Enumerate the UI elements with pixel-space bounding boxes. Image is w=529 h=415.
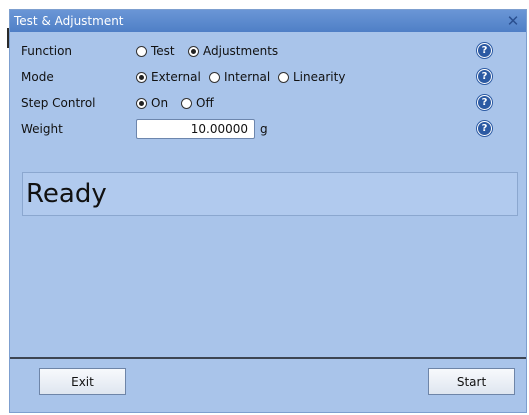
footer-separator [10, 357, 526, 359]
mode-option-external[interactable]: External [136, 70, 201, 84]
mode-row: Mode External Internal Linearity ? [10, 67, 526, 89]
step-control-off-radio[interactable] [181, 97, 192, 109]
mode-option-internal[interactable]: Internal [209, 70, 270, 84]
mode-help-icon[interactable]: ? [477, 69, 492, 84]
mode-internal-radio[interactable] [209, 71, 220, 83]
exit-button[interactable]: Exit [39, 368, 126, 395]
mode-external-label: External [151, 70, 201, 84]
window-title: Test & Adjustment [14, 14, 124, 28]
function-label: Function [21, 44, 73, 58]
title-bar[interactable]: Test & Adjustment ✕ [10, 10, 526, 32]
status-text: Ready [26, 179, 107, 209]
step-control-on-label: On [151, 96, 169, 110]
function-help-icon[interactable]: ? [477, 43, 492, 58]
step-control-option-off[interactable]: Off [181, 96, 214, 110]
status-display: Ready [22, 172, 518, 216]
step-control-label: Step Control [21, 96, 96, 110]
step-control-help-icon[interactable]: ? [477, 95, 492, 110]
outer-background [0, 0, 9, 30]
step-control-off-label: Off [196, 96, 214, 110]
weight-row: Weight g ? [10, 119, 526, 141]
weight-label: Weight [21, 122, 63, 136]
step-control-row: Step Control On Off ? [10, 93, 526, 115]
function-adjustments-label: Adjustments [203, 44, 279, 58]
mode-label: Mode [21, 70, 54, 84]
close-icon[interactable]: ✕ [504, 11, 522, 31]
mode-linearity-radio[interactable] [278, 71, 289, 83]
function-option-test[interactable]: Test [136, 44, 175, 58]
mode-option-linearity[interactable]: Linearity [278, 70, 345, 84]
weight-help-icon[interactable]: ? [477, 121, 492, 136]
step-control-on-radio[interactable] [136, 97, 147, 109]
function-test-label: Test [151, 44, 175, 58]
mode-external-radio[interactable] [136, 71, 147, 83]
function-row: Function Test Adjustments ? [10, 41, 526, 63]
start-button[interactable]: Start [428, 368, 515, 395]
step-control-option-on[interactable]: On [136, 96, 168, 110]
mode-linearity-label: Linearity [293, 70, 346, 84]
weight-input[interactable] [136, 119, 255, 139]
mode-internal-label: Internal [224, 70, 271, 84]
function-adjustments-radio[interactable] [188, 45, 199, 57]
test-adjustment-dialog: Test & Adjustment ✕ Function Test Adjust… [9, 9, 527, 413]
function-test-radio[interactable] [136, 45, 147, 57]
function-option-adjustments[interactable]: Adjustments [188, 44, 278, 58]
weight-unit: g [260, 122, 268, 136]
